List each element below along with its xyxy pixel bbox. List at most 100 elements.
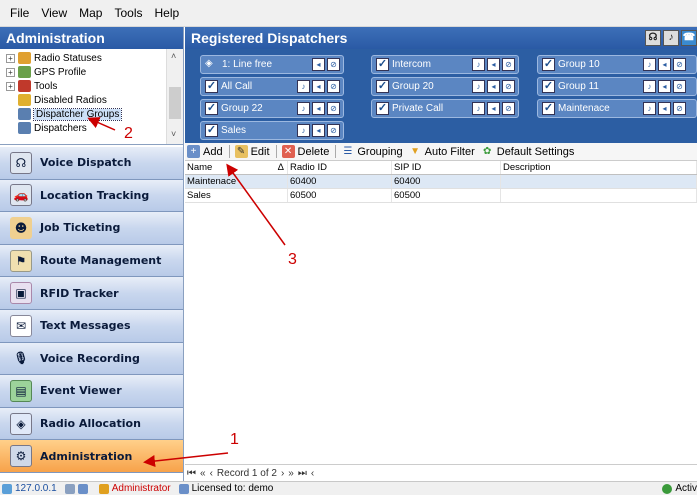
group-all-call[interactable]: ✓ All Call ♪ ◂ ⊘ [200, 77, 344, 96]
checkbox-icon[interactable]: ✓ [542, 80, 555, 93]
nav-event-viewer[interactable]: ▤ Event Viewer [0, 375, 183, 408]
delete-icon: ✕ [281, 145, 295, 158]
volume-icon[interactable]: ♪ [643, 80, 656, 93]
scroll-thumb[interactable] [169, 87, 181, 119]
expand-icon[interactable]: + [6, 67, 15, 77]
table-row[interactable]: Sales 60500 60500 [185, 189, 697, 203]
group-intercom[interactable]: ✓ Intercom ♪ ◂ ⊘ [371, 55, 519, 74]
prev-record-icon[interactable]: ‹ [210, 468, 213, 479]
checkbox-icon[interactable]: ✓ [376, 80, 389, 93]
last-record-icon[interactable]: ⏭ [298, 468, 307, 479]
checkbox-icon[interactable]: ✓ [205, 124, 218, 137]
group-10[interactable]: ✓ Group 10 ♪ ◂ ⊘ [537, 55, 697, 74]
checkbox-icon[interactable]: ✓ [205, 80, 218, 93]
mute-icon[interactable]: ⊘ [502, 80, 515, 93]
mute-icon[interactable]: ⊘ [327, 102, 340, 115]
volume-icon[interactable]: ♪ [643, 102, 656, 115]
default-settings-button[interactable]: ✿ Default Settings [481, 145, 574, 158]
mute-icon[interactable]: ⊘ [673, 102, 686, 115]
tree-item-dispatcher-groups[interactable]: Dispatcher Groups [18, 107, 123, 121]
volume-icon[interactable]: ♪ [472, 102, 485, 115]
group-line-free[interactable]: ◈ 1: Line free ◂ ⊘ [200, 55, 344, 74]
ptt-icon[interactable]: ◂ [487, 102, 500, 115]
menu-file[interactable]: File [4, 6, 35, 20]
nav-administration[interactable]: ⚙ Administration [0, 440, 183, 473]
volume-icon[interactable]: ♪ [472, 58, 485, 71]
expand-icon[interactable]: + [6, 53, 15, 63]
tree-item-radio-statuses[interactable]: + Radio Statuses [6, 51, 102, 65]
nav-voice-recording[interactable]: 🎙 Voice Recording [0, 342, 183, 376]
tree-item-tools[interactable]: + Tools [6, 79, 57, 93]
group-maintenace[interactable]: ✓ Maintenace ♪ ◂ ⊘ [537, 99, 697, 118]
add-button[interactable]: + Add [187, 145, 223, 158]
auto-filter-button[interactable]: ▼ Auto Filter [409, 145, 475, 158]
scroll-up-icon[interactable]: ˄ [171, 51, 176, 61]
menu-help[interactable]: Help [149, 6, 186, 20]
volume-icon[interactable]: ♪ [297, 102, 310, 115]
ptt-icon[interactable]: ◂ [312, 124, 325, 137]
delete-button[interactable]: ✕ Delete [281, 145, 329, 158]
next-record-icon[interactable]: › [281, 468, 284, 479]
checkbox-icon[interactable]: ✓ [376, 102, 389, 115]
checkbox-icon[interactable]: ✓ [205, 102, 218, 115]
tree-item-dispatchers[interactable]: Dispatchers [18, 121, 87, 135]
volume-icon[interactable]: ♪ [297, 124, 310, 137]
edit-button[interactable]: ✎ Edit [234, 145, 270, 158]
ptt-icon[interactable]: ◂ [487, 80, 500, 93]
nav-location-tracking[interactable]: 🚗 Location Tracking [0, 179, 183, 213]
mute-icon[interactable]: ⊘ [327, 80, 340, 93]
ptt-icon[interactable]: ◂ [312, 58, 325, 71]
volume-icon[interactable]: ♪ [643, 58, 656, 71]
ptt-icon[interactable]: ◂ [487, 58, 500, 71]
cell-radio-id: 60400 [288, 175, 392, 188]
headset-icon[interactable]: ☊ [645, 30, 661, 46]
nav-job-ticketing[interactable]: ☻ Job Ticketing [0, 212, 183, 245]
group-22[interactable]: ✓ Group 22 ♪ ◂ ⊘ [200, 99, 344, 118]
nav-route-management[interactable]: ⚑ Route Management [0, 244, 183, 278]
nav-rfid-tracker[interactable]: ▣ RFID Tracker [0, 277, 183, 310]
ptt-icon[interactable]: ◂ [658, 102, 671, 115]
column-header-radio-id[interactable]: Radio ID [288, 161, 392, 174]
column-header-sip-id[interactable]: SIP ID [392, 161, 501, 174]
expand-icon[interactable]: + [6, 81, 15, 91]
mute-icon[interactable]: ⊘ [502, 58, 515, 71]
mute-icon[interactable]: ⊘ [673, 58, 686, 71]
menu-map[interactable]: Map [73, 6, 108, 20]
group-sales[interactable]: ✓ Sales ♪ ◂ ⊘ [200, 121, 344, 140]
first-record-icon[interactable]: ⏮ [187, 468, 196, 479]
tree-scrollbar[interactable]: ˄ ˅ [166, 49, 183, 144]
scroll-left-icon[interactable]: ‹ [311, 468, 314, 479]
column-header-name[interactable]: Name Δ [185, 161, 288, 174]
mute-icon[interactable]: ⊘ [673, 80, 686, 93]
ptt-icon[interactable]: ◂ [658, 58, 671, 71]
column-header-description[interactable]: Description [501, 161, 697, 174]
grouping-button[interactable]: ☰ Grouping [341, 145, 402, 158]
volume-icon[interactable]: ♪ [472, 80, 485, 93]
speaker-icon[interactable]: ♪ [663, 30, 679, 46]
group-private-call[interactable]: ✓ Private Call ♪ ◂ ⊘ [371, 99, 519, 118]
checkbox-icon[interactable]: ✓ [542, 102, 555, 115]
nav-radio-allocation[interactable]: ◈ Radio Allocation [0, 407, 183, 441]
ptt-icon[interactable]: ◂ [312, 80, 325, 93]
scroll-down-icon[interactable]: ˅ [171, 129, 176, 139]
mute-icon[interactable]: ⊘ [327, 124, 340, 137]
next-page-icon[interactable]: » [288, 468, 294, 479]
menu-view[interactable]: View [35, 6, 73, 20]
mute-icon[interactable]: ⊘ [327, 58, 340, 71]
mute-icon[interactable]: ⊘ [502, 102, 515, 115]
group-11[interactable]: ✓ Group 11 ♪ ◂ ⊘ [537, 77, 697, 96]
tree-item-disabled-radios[interactable]: Disabled Radios [18, 93, 107, 107]
tree-item-gps-profile[interactable]: + GPS Profile [6, 65, 86, 79]
phone-icon[interactable]: ☎ [681, 30, 697, 46]
prev-page-icon[interactable]: « [200, 468, 206, 479]
menu-tools[interactable]: Tools [108, 6, 148, 20]
nav-text-messages[interactable]: ✉ Text Messages [0, 309, 183, 343]
ptt-icon[interactable]: ◂ [658, 80, 671, 93]
table-row[interactable]: Maintenace 60400 60400 [185, 175, 697, 189]
checkbox-icon[interactable]: ✓ [376, 58, 389, 71]
ptt-icon[interactable]: ◂ [312, 102, 325, 115]
checkbox-icon[interactable]: ✓ [542, 58, 555, 71]
nav-voice-dispatch[interactable]: ☊ Voice Dispatch [0, 147, 183, 180]
group-20[interactable]: ✓ Group 20 ♪ ◂ ⊘ [371, 77, 519, 96]
volume-icon[interactable]: ♪ [297, 80, 310, 93]
